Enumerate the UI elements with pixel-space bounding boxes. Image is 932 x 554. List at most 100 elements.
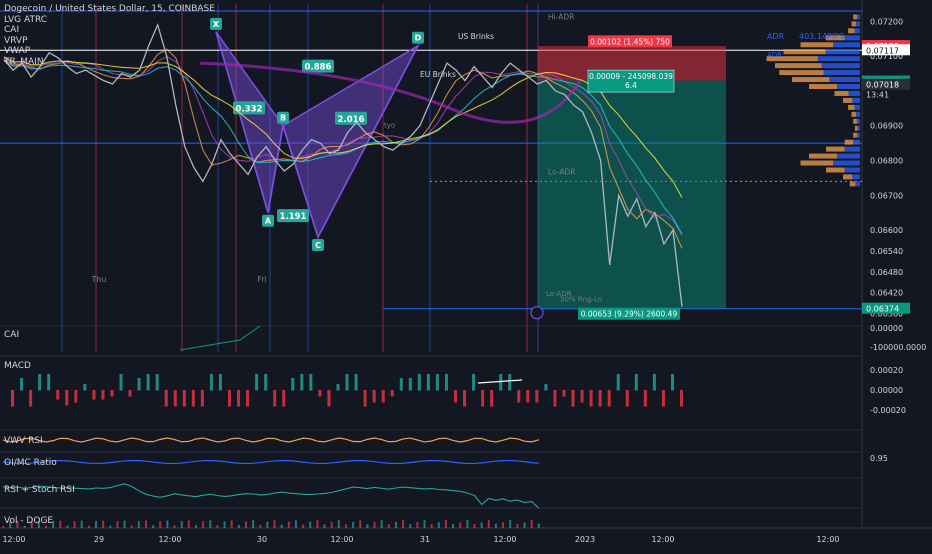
volume-bar-30	[216, 524, 219, 528]
macd-bar-48	[435, 374, 439, 391]
indicator-1[interactable]: CAI	[4, 25, 215, 36]
indicator-2[interactable]: VRVP	[4, 36, 215, 47]
volume-bar-47	[337, 520, 340, 528]
chart-svg[interactable]: XABCD0.8860.3322.0161.191Hi-ADRLo-ADRLo-…	[0, 0, 932, 550]
macd-bar-33	[300, 374, 304, 391]
take-profit-zone	[538, 80, 726, 309]
volume-bar-71	[509, 520, 512, 528]
macd-bar-44	[399, 378, 403, 391]
volume-bar-55	[394, 521, 397, 528]
volume-bar-40	[287, 521, 290, 528]
volume-bar-18	[130, 525, 133, 528]
macd-bar-60	[544, 384, 548, 391]
macd-bar-13	[119, 374, 123, 391]
volume-bar-61	[437, 522, 440, 528]
macd-bar-28	[255, 374, 259, 391]
volume-bar-54	[387, 524, 390, 528]
macd-bar-53	[481, 390, 485, 407]
volume-bar-24	[173, 525, 176, 528]
volume-profile-up-23	[843, 174, 853, 180]
indicator-0[interactable]: LVG ATRC	[4, 15, 215, 26]
harmonic-point-D: D	[415, 34, 422, 43]
volume-bar-51	[366, 524, 369, 528]
volume-bar-36	[259, 524, 262, 528]
volume-profile-down-7	[821, 63, 860, 69]
volume-profile-down-16	[857, 125, 860, 131]
volume-bar-72	[516, 523, 519, 528]
cai-line	[179, 325, 261, 351]
macd-bar-37	[336, 384, 340, 391]
volume-bar-31	[223, 521, 226, 528]
volume-profile-down-23	[852, 174, 860, 180]
volume-bar-52	[373, 521, 376, 528]
indicator-3[interactable]: VWAP	[4, 46, 215, 57]
time-tick-8: 12:00	[651, 535, 674, 544]
volume-profile-down-3	[844, 35, 860, 41]
macd-bar-6	[56, 390, 60, 400]
volume-profile-up-22	[826, 167, 845, 173]
annot-us-brinks: US Brinks	[458, 32, 494, 41]
volume-profile-up-21	[800, 160, 834, 166]
time-tick-7: 2023	[575, 535, 595, 544]
chart-root[interactable]: X A B C D 0.886 0.332 2.016 1.191 Hi-ADR Lo-ADR Lo-…	[0, 0, 932, 550]
macd-bar-18	[164, 390, 168, 407]
indicator-4[interactable]: TR_MAIN	[4, 57, 215, 68]
macd-bar-10	[92, 390, 96, 400]
macd-bar-5	[47, 374, 51, 391]
volume-bar-10	[73, 520, 76, 528]
volume-bar-53	[380, 520, 383, 528]
macd-bar-63	[571, 390, 575, 407]
price-tick-3: 0.06800	[870, 157, 903, 166]
macd-bar-57	[517, 390, 521, 403]
volume-bar-11	[80, 520, 83, 528]
volume-profile-down-2	[854, 28, 860, 34]
countdown: 13:41	[866, 91, 889, 100]
macd-bar-70	[634, 374, 638, 391]
macd-bar-68	[616, 374, 620, 391]
volume-bar-56	[402, 520, 405, 528]
volume-profile-up-15	[853, 118, 857, 124]
volume-profile-down-5	[825, 49, 860, 55]
macd-bar-23	[209, 374, 213, 391]
macd-bar-35	[318, 390, 322, 397]
volume-profile-up-9	[792, 77, 830, 83]
volume-bar-46	[330, 521, 333, 528]
macd-bar-2	[20, 378, 24, 391]
macd-bar-41	[372, 390, 376, 403]
macd-bar-73	[661, 390, 665, 407]
macd-bar-50	[454, 390, 457, 403]
pane-label-oi-mc: OI/MC Ratio	[4, 458, 57, 468]
volume-bar-64	[459, 522, 462, 528]
volume-profile-up-17	[853, 132, 857, 138]
pane-1-tick-2: -0.00020	[870, 406, 906, 415]
time-tick-5: 31	[420, 535, 430, 544]
volume-profile-up-20	[809, 153, 838, 159]
volume-bar-57	[409, 524, 412, 528]
day-label-0: Thu	[90, 275, 106, 284]
volume-bar-3	[23, 525, 26, 528]
annot-tyo: tyo	[384, 121, 395, 129]
chart-title: Dogecoin / United States Dollar, 15, COI…	[4, 4, 215, 14]
macd-bar-36	[327, 390, 331, 407]
volume-profile-down-20	[837, 153, 860, 159]
macd-bar-40	[363, 390, 367, 407]
price-tick-0: 0.07200	[870, 17, 903, 26]
macd-bar-45	[408, 378, 412, 391]
volume-profile-up-2	[848, 28, 855, 34]
volume-profile-up-4	[800, 42, 834, 48]
price-tick-7: 0.06480	[870, 268, 903, 277]
volume-bar-13	[95, 521, 98, 528]
stop-label: 0.00102 (1.45%) 750	[590, 37, 670, 46]
macd-bar-9	[83, 384, 87, 391]
volume-bar-58	[416, 522, 419, 528]
replay-icon	[530, 306, 544, 320]
macd-bar-66	[598, 390, 602, 407]
volume-profile-down-8	[823, 70, 860, 76]
macd-bar-54	[490, 390, 494, 407]
macd-bar-47	[426, 374, 430, 391]
macd-bar-4	[38, 374, 42, 391]
volume-bar-6	[45, 525, 48, 528]
macd-bar-69	[625, 390, 629, 407]
pane-3-tick-0: 0.95	[870, 454, 888, 463]
time-tick-1: 29	[94, 535, 104, 544]
